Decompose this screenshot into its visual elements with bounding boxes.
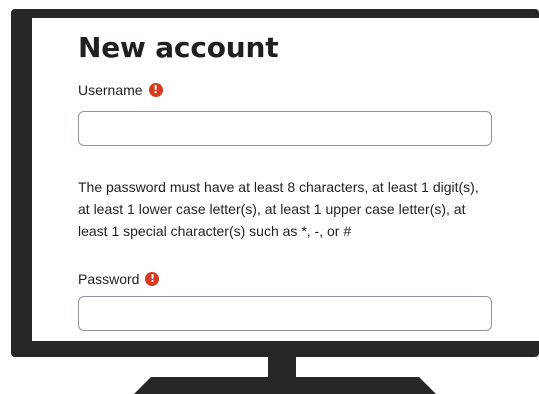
password-input[interactable] <box>78 296 492 331</box>
username-label: Username ! <box>78 82 163 98</box>
required-icon: ! <box>145 272 160 286</box>
username-input[interactable] <box>78 111 492 146</box>
password-label-text: Password <box>78 271 140 287</box>
monitor-stand-neck <box>268 357 296 377</box>
password-label: Password ! <box>78 271 160 287</box>
monitor-stand-base <box>134 377 436 394</box>
page-title: New account <box>78 31 279 64</box>
password-requirements-text: The password must have at least 8 charac… <box>78 179 479 239</box>
monitor-screen: New account Username ! The password must… <box>32 18 539 341</box>
username-label-text: Username <box>78 82 143 98</box>
required-icon: ! <box>148 83 163 97</box>
